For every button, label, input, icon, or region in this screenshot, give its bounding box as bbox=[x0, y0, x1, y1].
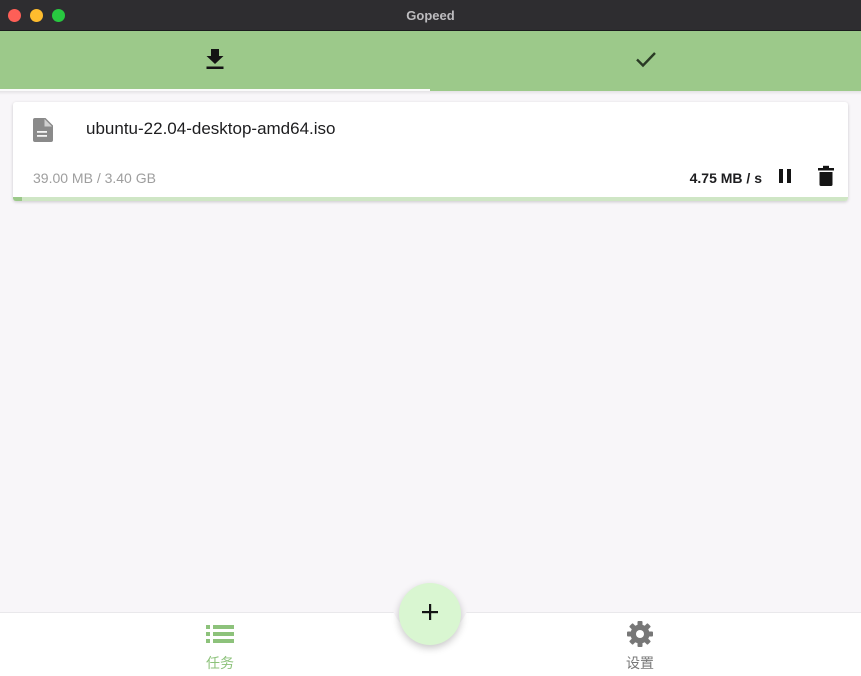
list-icon bbox=[206, 621, 234, 647]
task-file-name: ubuntu-22.04-desktop-amd64.iso bbox=[86, 119, 336, 138]
task-progress-fill bbox=[13, 197, 23, 201]
task-size: 39.00 MB / 3.40 GB bbox=[33, 170, 156, 186]
tab-downloading[interactable] bbox=[0, 31, 430, 91]
check-icon bbox=[635, 50, 657, 73]
plus-icon bbox=[421, 603, 439, 626]
window-title: Gopeed bbox=[406, 8, 455, 23]
tab-bar bbox=[0, 31, 861, 91]
nav-tasks-label: 任务 bbox=[206, 655, 234, 671]
nav-tasks[interactable]: 任务 bbox=[160, 613, 280, 676]
tab-completed[interactable] bbox=[431, 31, 861, 91]
app-window: Gopeed ubuntu-22.04-desktop-amd64.iso 39… bbox=[0, 0, 861, 676]
delete-icon[interactable] bbox=[817, 165, 835, 192]
download-icon bbox=[205, 48, 225, 75]
nav-settings[interactable]: 设置 bbox=[580, 613, 700, 676]
task-card[interactable]: ubuntu-22.04-desktop-amd64.iso 39.00 MB … bbox=[13, 102, 848, 201]
task-progress-track bbox=[13, 197, 848, 201]
title-bar: Gopeed bbox=[0, 0, 861, 31]
gear-icon bbox=[626, 621, 654, 647]
nav-settings-label: 设置 bbox=[626, 655, 654, 671]
add-task-button[interactable] bbox=[399, 583, 461, 645]
tab-bar-shadow bbox=[0, 91, 861, 95]
task-speed: 4.75 MB / s bbox=[689, 170, 762, 186]
pause-icon[interactable] bbox=[777, 167, 793, 190]
file-icon bbox=[33, 118, 53, 147]
